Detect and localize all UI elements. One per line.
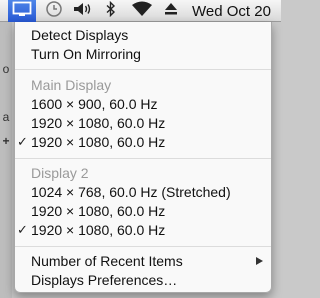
resolution-label: 1600 × 900, 60.0 Hz (31, 95, 158, 112)
menu-item-label: Displays Preferences… (31, 271, 178, 288)
clock-icon (45, 0, 63, 23)
menu-item-detect-displays[interactable]: Detect Displays (15, 25, 271, 44)
display-2-header: Display 2 (15, 163, 271, 182)
clock-datetime[interactable]: Wed Oct 20 (192, 0, 278, 22)
display-2-option[interactable]: 1920 × 1080, 60.0 Hz (15, 201, 271, 220)
menu-separator (15, 158, 271, 159)
background-glyph: o (2, 62, 10, 76)
main-display-option-selected[interactable]: ✓ 1920 × 1080, 60.0 Hz (15, 132, 271, 151)
volume-icon (72, 1, 94, 22)
resolution-label: 1920 × 1080, 60.0 Hz (31, 114, 166, 131)
resolution-label: 1920 × 1080, 60.0 Hz (31, 221, 166, 238)
section-header-label: Main Display (31, 76, 112, 93)
display-menu-extra[interactable] (8, 0, 36, 22)
checkmark-icon: ✓ (17, 133, 28, 149)
menu-item-label: Detect Displays (31, 26, 129, 43)
background-glyph: + (2, 134, 10, 148)
section-header-label: Display 2 (31, 164, 89, 181)
volume-menu-extra[interactable] (71, 0, 95, 22)
eject-menu-extra[interactable] (161, 0, 181, 22)
background-window-edge: o a + (0, 22, 12, 298)
resolution-label: 1920 × 1080, 60.0 Hz (31, 133, 166, 150)
time-machine-menu-extra[interactable] (43, 0, 65, 22)
eject-icon (164, 2, 178, 21)
bluetooth-icon (106, 0, 116, 22)
display-icon (12, 1, 32, 22)
displays-menu: Detect Displays Turn On Mirroring Main D… (14, 22, 272, 293)
wifi-icon (131, 1, 153, 22)
display-2-option[interactable]: 1024 × 768, 60.0 Hz (Stretched) (15, 182, 271, 201)
menu-item-label: Number of Recent Items (31, 252, 183, 269)
menu-item-turn-on-mirroring[interactable]: Turn On Mirroring (15, 44, 271, 63)
main-display-option[interactable]: 1920 × 1080, 60.0 Hz (15, 113, 271, 132)
menu-item-label: Turn On Mirroring (31, 45, 141, 62)
menu-item-displays-preferences[interactable]: Displays Preferences… (15, 270, 271, 289)
display-2-option-selected[interactable]: ✓ 1920 × 1080, 60.0 Hz (15, 220, 271, 239)
menu-bar: Wed Oct 20 (0, 0, 281, 22)
menu-separator (15, 69, 271, 70)
checkmark-icon: ✓ (17, 221, 28, 237)
background-glyph: a (2, 110, 10, 124)
menu-separator (15, 246, 271, 247)
resolution-label: 1024 × 768, 60.0 Hz (Stretched) (31, 183, 231, 200)
resolution-label: 1920 × 1080, 60.0 Hz (31, 202, 166, 219)
submenu-arrow-icon (256, 257, 263, 265)
main-display-option[interactable]: 1600 × 900, 60.0 Hz (15, 94, 271, 113)
wifi-menu-extra[interactable] (128, 0, 156, 22)
menu-item-number-of-recent-items[interactable]: Number of Recent Items (15, 251, 271, 270)
main-display-header: Main Display (15, 75, 271, 94)
bluetooth-menu-extra[interactable] (103, 0, 119, 22)
